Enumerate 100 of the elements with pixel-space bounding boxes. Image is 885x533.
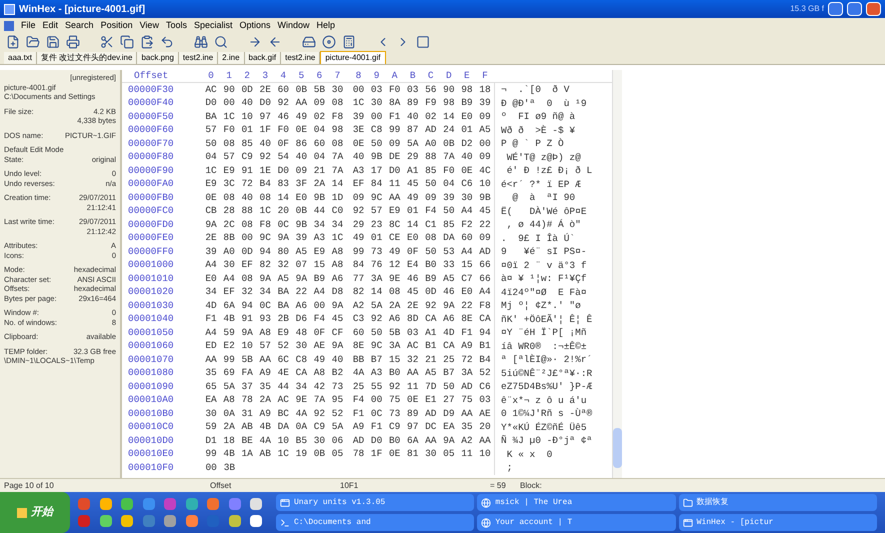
menu-item[interactable]: Position — [100, 18, 133, 32]
hex-byte: 9B — [294, 218, 308, 232]
menu-item[interactable]: Specialist — [194, 18, 232, 32]
hex-byte: D0 — [370, 434, 384, 448]
offset-label: Offset — [210, 480, 232, 492]
minimize-button[interactable] — [828, 2, 843, 16]
scrollbar[interactable] — [612, 70, 622, 478]
file-tab[interactable]: back.png — [137, 52, 179, 64]
copy-icon[interactable] — [118, 33, 136, 51]
hex-byte: A1 — [406, 164, 420, 178]
hex-byte: 19 — [294, 447, 308, 462]
hex-byte: D0 — [204, 96, 218, 110]
hex-byte: 0E — [352, 136, 366, 151]
hex-byte: 24 — [442, 123, 456, 138]
hex-byte: 77 — [352, 272, 366, 286]
hex-byte: 0D — [424, 285, 438, 300]
hex-byte: F0 — [276, 123, 290, 138]
hex-byte: 57 — [204, 123, 218, 138]
hex-byte: 05 — [442, 447, 456, 462]
hex-byte: BA — [276, 298, 290, 313]
save-icon[interactable] — [44, 33, 62, 51]
file-tab[interactable]: back.gif — [244, 52, 282, 64]
hex-byte: 00 — [312, 298, 326, 313]
printer-icon[interactable] — [64, 33, 82, 51]
file-tab[interactable]: 2.ine — [218, 52, 245, 64]
hex-byte: CA — [294, 366, 308, 380]
menu-item[interactable]: Search — [65, 18, 94, 32]
taskbar-button[interactable]: 数据恢复 — [678, 494, 877, 511]
scroll-thumb[interactable] — [613, 428, 622, 468]
hex-byte: 33 — [442, 258, 456, 272]
hex-byte: 9A — [276, 231, 290, 246]
hex-byte: 15 — [460, 258, 474, 272]
quick-launch-icon[interactable] — [121, 515, 134, 527]
hex-byte: E9 — [276, 326, 290, 340]
file-tab[interactable]: test2.ine — [281, 52, 320, 64]
menu-item[interactable]: Options — [240, 18, 271, 32]
offset-cell-text: 00000FA0 — [127, 177, 175, 192]
search-icon[interactable] — [212, 33, 230, 51]
quick-launch-icon[interactable] — [250, 515, 262, 527]
menu-item[interactable]: Edit — [42, 18, 58, 32]
hex-byte: 88 — [424, 150, 438, 164]
menu-item[interactable]: Window — [278, 18, 310, 32]
hex-byte: E2 — [222, 339, 236, 354]
hex-byte: 1A — [240, 447, 254, 462]
hex-byte: 34 — [258, 285, 272, 300]
hex-byte: 2B — [276, 312, 290, 326]
file-tab[interactable]: aaa.txt — [4, 52, 38, 64]
hex-byte: CB — [204, 204, 218, 218]
close-button[interactable] — [866, 2, 881, 16]
taskbar-button[interactable]: Your account | T — [477, 514, 676, 531]
hex-byte: 60 — [312, 136, 326, 151]
hex-byte: 52 — [478, 366, 492, 380]
hex-byte: A8 — [312, 366, 326, 380]
quick-launch-icon[interactable] — [228, 515, 241, 527]
hex-byte: A5 — [424, 366, 438, 380]
hex-byte: A8 — [330, 258, 344, 272]
binoculars-icon[interactable] — [192, 33, 210, 51]
menu-item[interactable]: View — [140, 18, 159, 32]
hex-byte: 60 — [352, 326, 366, 340]
hex-byte: AD — [424, 406, 438, 421]
hex-byte: 09 — [294, 164, 308, 178]
hex-byte: A5 — [294, 244, 308, 259]
taskbar-button[interactable]: WinHex - [pictur — [678, 514, 877, 531]
menu-item[interactable]: File — [21, 18, 36, 32]
offset-value: 10F1 — [340, 480, 360, 492]
taskbar-button[interactable]: C:\Documents and — [276, 514, 474, 531]
file-tab[interactable]: test2.ine — [178, 52, 218, 64]
hex-byte: 40 — [294, 150, 308, 164]
hex-byte: A3 — [312, 231, 326, 246]
disc-icon[interactable] — [320, 33, 338, 51]
quick-launch-icon[interactable] — [100, 498, 112, 510]
start-button[interactable]: 开始 — [0, 492, 70, 533]
hex-byte: 8C — [388, 218, 402, 232]
quick-launch-icon[interactable] — [186, 515, 198, 527]
menu-item[interactable]: Help — [316, 18, 336, 32]
hex-byte: 0E — [388, 447, 402, 462]
taskbar-button[interactable]: msick | The Urea — [477, 494, 676, 511]
hex-byte: 05 — [330, 447, 344, 462]
window-icon[interactable] — [414, 33, 432, 51]
hex-byte: 02 — [424, 110, 438, 124]
column-header: B — [408, 68, 417, 83]
hex-byte: E9 — [312, 244, 326, 259]
hex-byte: A0 — [424, 136, 438, 151]
hex-byte: B9 — [460, 96, 474, 110]
file-tab[interactable]: picture-4001.gif — [320, 51, 386, 64]
hex-byte: 5A — [406, 136, 420, 151]
hex-byte: 10 — [478, 177, 492, 192]
menu-item[interactable]: Tools — [166, 18, 187, 32]
hex-byte: 39 — [204, 244, 218, 259]
hex-byte: C9 — [240, 150, 254, 164]
quick-launch-icon[interactable] — [100, 515, 112, 527]
taskbar-button[interactable]: Unary units v1.3.05 — [276, 494, 474, 511]
column-header: 6 — [316, 68, 324, 83]
maximize-button[interactable] — [847, 2, 862, 16]
file-tab[interactable]: 复件 改过文件头的dev.ine — [37, 52, 138, 64]
hex-byte: 44 — [312, 204, 326, 218]
hex-byte: AA — [258, 352, 272, 367]
hex-byte: 32 — [240, 285, 254, 300]
offset-cell-text: 00000FF0 — [127, 244, 175, 259]
quick-launch-icon[interactable] — [250, 498, 262, 510]
